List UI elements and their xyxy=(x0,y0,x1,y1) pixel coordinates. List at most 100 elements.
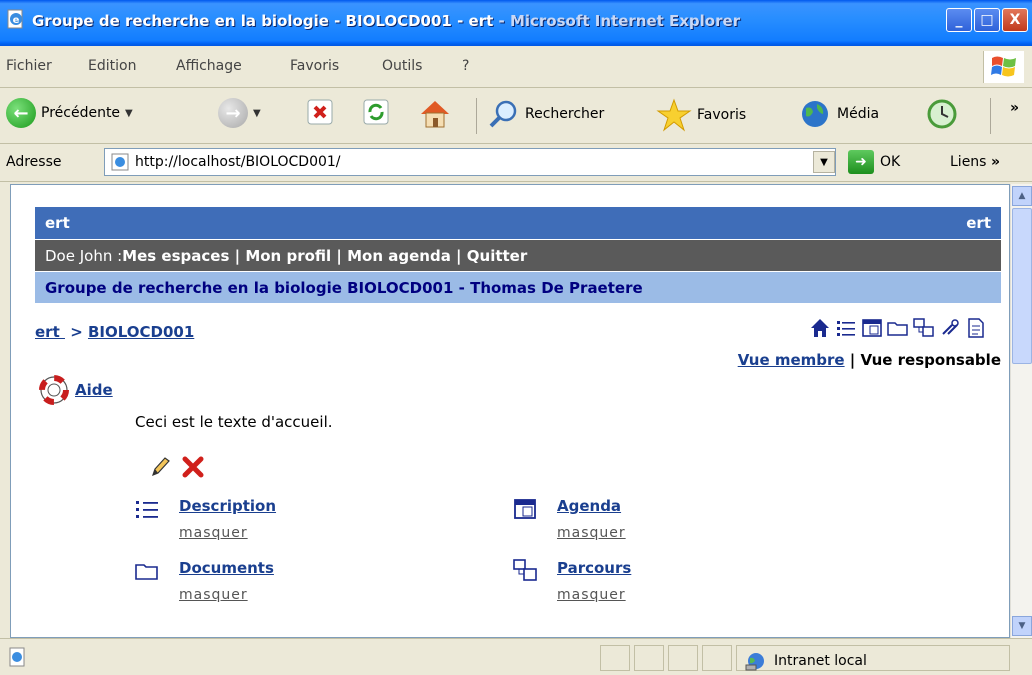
security-zone: Intranet local xyxy=(744,651,867,671)
scroll-down-icon[interactable]: ▼ xyxy=(1012,616,1032,636)
page-status-icon xyxy=(9,647,25,667)
view-separator: | xyxy=(844,351,861,369)
history-button[interactable] xyxy=(924,98,960,130)
breadcrumb: ert > BIOLOCD001 xyxy=(35,323,194,341)
breadcrumb-separator: > xyxy=(64,323,88,341)
search-button[interactable]: Rechercher xyxy=(488,98,604,130)
back-label: Précédente xyxy=(41,105,121,121)
menu-favoris[interactable]: Favoris xyxy=(290,58,339,74)
tool-documents-hide-link[interactable]: masquer xyxy=(179,587,248,603)
security-zone-label: Intranet local xyxy=(774,653,867,669)
tool-description-hide-link[interactable]: masquer xyxy=(179,525,248,541)
documents-folder-icon[interactable] xyxy=(887,317,909,339)
nav-my-spaces[interactable]: Mes espaces xyxy=(122,247,229,265)
address-bar: Adresse ▼ ➜ OK Liens » xyxy=(0,144,1032,182)
maximize-button[interactable]: □ xyxy=(974,8,1000,32)
search-icon xyxy=(489,100,517,128)
menu-outils[interactable]: Outils xyxy=(382,58,422,74)
edit-pencil-icon[interactable] xyxy=(149,455,171,479)
ie-page-icon: e xyxy=(7,9,23,29)
delete-x-icon[interactable] xyxy=(181,455,205,479)
window-title-app: - Microsoft Internet Explorer xyxy=(493,12,741,30)
course-title: Groupe de recherche en la biologie BIOLO… xyxy=(45,278,643,297)
tool-description-link[interactable]: Description xyxy=(179,497,276,515)
tool-parcours-hide-link[interactable]: masquer xyxy=(557,587,626,603)
tool-agenda-link[interactable]: Agenda xyxy=(557,497,621,515)
home-button[interactable] xyxy=(418,98,452,130)
course-code-bar: ert ert xyxy=(35,207,1001,239)
nav-separator: | xyxy=(331,246,348,265)
nav-separator: | xyxy=(229,246,246,265)
close-button[interactable]: X xyxy=(1002,8,1028,32)
tool-documents-link[interactable]: Documents xyxy=(179,559,274,577)
forward-button[interactable]: → ▼ xyxy=(218,98,261,128)
back-button[interactable]: ← Précédente ▼ xyxy=(6,98,133,128)
links-label: Liens xyxy=(950,154,987,170)
breadcrumb-root-link[interactable]: ert xyxy=(35,323,65,341)
toolbar-more-icon[interactable]: » xyxy=(1010,100,1019,116)
links-button[interactable]: Liens » xyxy=(950,154,1000,170)
scroll-up-icon[interactable]: ▲ xyxy=(1012,186,1032,206)
home-icon xyxy=(421,101,449,128)
description-list-icon[interactable] xyxy=(835,317,857,339)
nav-my-profile[interactable]: Mon profil xyxy=(245,247,331,265)
refresh-button[interactable] xyxy=(362,98,390,126)
menu-bar: Fichier Edition Affichage Favoris Outils… xyxy=(0,46,1032,88)
back-arrow-icon: ← xyxy=(6,98,36,128)
menu-fichier[interactable]: Fichier xyxy=(6,58,52,74)
address-input[interactable] xyxy=(135,154,785,170)
user-name: Doe John : xyxy=(45,246,123,265)
menu-affichage[interactable]: Affichage xyxy=(176,58,242,74)
minimize-button[interactable]: _ xyxy=(946,8,972,32)
vertical-scrollbar[interactable]: ▲ ▼ xyxy=(1010,184,1032,638)
course-title-bar: Groupe de recherche en la biologie BIOLO… xyxy=(35,271,1001,303)
go-button[interactable]: ➜ OK xyxy=(848,150,900,174)
title-bar: e Groupe de recherche en la biologie - B… xyxy=(0,0,1032,46)
favorites-button[interactable]: Favoris xyxy=(656,98,746,132)
back-dropdown-icon[interactable]: ▼ xyxy=(125,108,133,119)
tool-agenda-hide-link[interactable]: masquer xyxy=(557,525,626,541)
standard-toolbar: ← Précédente ▼ → ▼ Rechercher Favoris Mé… xyxy=(0,88,1032,144)
user-nav-bar: Doe John : Mes espaces | Mon profil | Mo… xyxy=(35,239,1001,271)
media-button[interactable]: Média xyxy=(798,98,879,130)
exercises-doc-icon[interactable] xyxy=(965,317,987,339)
go-arrow-icon: ➜ xyxy=(848,150,874,174)
member-view-link[interactable]: Vue membre xyxy=(738,351,845,369)
nav-my-agenda[interactable]: Mon agenda xyxy=(347,247,451,265)
nav-separator: | xyxy=(450,246,467,265)
manager-view-label: Vue responsable xyxy=(860,351,1001,369)
status-cell xyxy=(600,645,630,671)
agenda-calendar-icon xyxy=(514,499,536,519)
nav-quit[interactable]: Quitter xyxy=(467,247,527,265)
address-label: Adresse xyxy=(6,154,62,170)
menu-help[interactable]: ? xyxy=(462,58,469,74)
help-label[interactable]: Aide xyxy=(75,381,113,399)
address-box: ▼ xyxy=(104,148,836,176)
media-globe-icon xyxy=(802,101,828,127)
course-tool-icons xyxy=(809,317,987,339)
agenda-calendar-icon[interactable] xyxy=(861,317,883,339)
menu-edition[interactable]: Edition xyxy=(88,58,136,74)
learning-path-icon xyxy=(513,559,537,581)
breadcrumb-current-link[interactable]: BIOLOCD001 xyxy=(88,323,194,341)
address-dropdown-icon[interactable]: ▼ xyxy=(813,151,835,173)
refresh-icon xyxy=(363,99,389,125)
intranet-globe-icon xyxy=(745,653,764,671)
home-icon[interactable] xyxy=(809,317,831,339)
links-icon[interactable] xyxy=(939,317,961,339)
window-title: Groupe de recherche en la biologie - BIO… xyxy=(32,12,740,30)
forward-dropdown-icon[interactable]: ▼ xyxy=(253,108,261,119)
help-link[interactable]: Aide xyxy=(39,375,113,405)
status-bar: Intranet local xyxy=(0,638,1032,675)
intro-edit-icons xyxy=(149,455,205,479)
tool-parcours-link[interactable]: Parcours xyxy=(557,559,631,577)
learning-path-icon[interactable] xyxy=(913,317,935,339)
course-code-right: ert xyxy=(966,214,991,232)
web-page: ert ert Doe John : Mes espaces | Mon pro… xyxy=(35,207,1001,603)
search-label: Rechercher xyxy=(525,106,605,122)
scroll-thumb[interactable] xyxy=(1012,208,1032,364)
welcome-text: Ceci est le texte d'accueil. xyxy=(135,413,333,431)
stop-button[interactable] xyxy=(306,98,334,126)
course-code: ert xyxy=(45,214,70,232)
go-label: OK xyxy=(880,154,901,170)
